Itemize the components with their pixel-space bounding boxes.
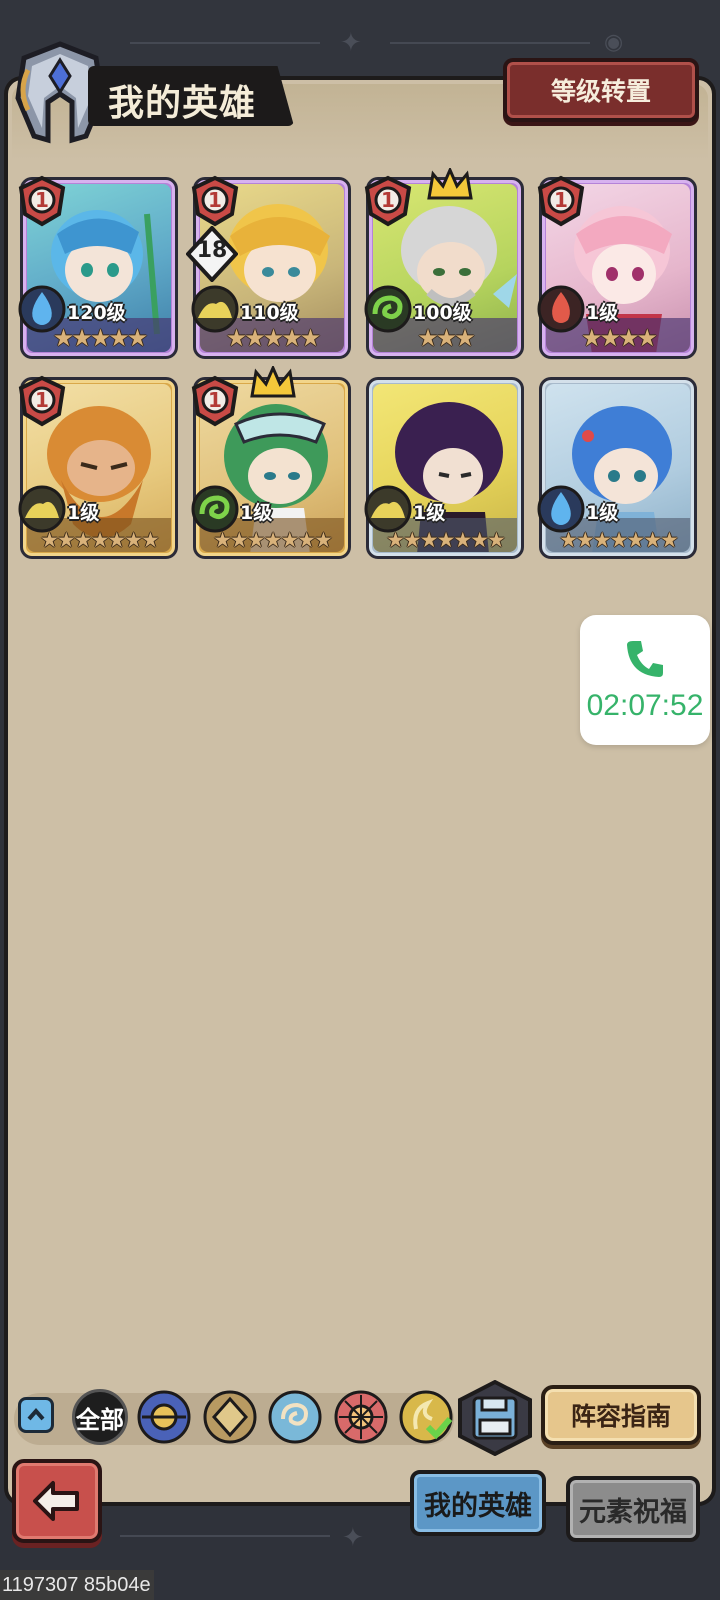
level-transfer-button[interactable]: 等级转置 [503, 58, 699, 122]
rank-number: 1 [35, 188, 49, 212]
filter-wind-icon[interactable] [398, 1389, 454, 1445]
hero-stars: ★★★★★ [52, 324, 149, 352]
hero-stars: ★★★★★★★ [559, 528, 679, 552]
tier-number: 18 [196, 238, 228, 263]
rank-number: 1 [208, 188, 222, 212]
hero-level: 1级 [586, 302, 619, 324]
chevron-up-icon [27, 1407, 45, 1421]
hero-card[interactable]: 1级 ★★★★★★★ [364, 377, 524, 559]
hero-level: 1级 [67, 502, 100, 524]
bottom-decoration: ✦ [120, 1523, 364, 1553]
filter-water-icon[interactable] [267, 1389, 323, 1445]
hero-card[interactable]: 1 100级 ★★★ [364, 168, 524, 359]
hero-stars: ★★★★★★★ [40, 528, 160, 552]
filter-all-button[interactable]: 全部 [72, 1389, 128, 1445]
hero-stars: ★★★★★ [225, 324, 322, 352]
level-transfer-label: 等级转置 [550, 77, 651, 106]
lineup-guide-button[interactable]: 阵容指南 [541, 1385, 701, 1445]
hero-level: 1级 [240, 502, 273, 524]
hero-level: 1级 [586, 502, 619, 524]
lineup-guide-label: 阵容指南 [570, 1402, 671, 1431]
hero-stars: ★★★★ [580, 324, 658, 352]
earth-element-icon [18, 485, 66, 533]
hero-level: 120级 [67, 302, 126, 324]
hero-card[interactable]: 1 1级 ★★★★ [537, 175, 697, 359]
call-timer: 02:07:52 [586, 689, 704, 722]
hero-card[interactable]: 1 1级 ★★★★★★★ [191, 366, 351, 559]
hero-card[interactable]: 1 120级 ★★★★★ [18, 175, 178, 359]
call-widget[interactable]: 02:07:52 [580, 615, 710, 745]
hero-stars: ★★★ [417, 324, 476, 352]
filter-earth-icon[interactable] [202, 1389, 258, 1445]
phone-icon [627, 641, 663, 677]
debug-label: 1197307 85b04e [0, 1570, 154, 1600]
svg-text:✦: ✦ [342, 1523, 364, 1553]
rank-number: 1 [35, 388, 49, 412]
hero-card[interactable]: 1 1级 ★★★★★★★ [18, 375, 178, 559]
hero-stars: ★★★★★★★ [213, 528, 333, 552]
crown-icon [427, 168, 473, 200]
collapse-button[interactable] [18, 1397, 54, 1433]
water-element-icon [537, 485, 585, 533]
crown-icon [250, 366, 296, 398]
filter-fire-icon[interactable] [333, 1389, 389, 1445]
earth-element-icon [364, 485, 412, 533]
filter-all-label: 全部 [76, 1405, 124, 1434]
save-icon[interactable] [458, 1380, 532, 1456]
filter-all-elements-icon[interactable] [136, 1389, 192, 1445]
hero-card[interactable]: 1 18 110级 ★★★★★ [186, 175, 351, 359]
hero-level: 1级 [413, 502, 446, 524]
rank-number: 1 [208, 388, 222, 412]
hero-stars: ★★★★★★★ [386, 528, 506, 552]
hero-level: 110级 [240, 302, 299, 324]
rank-number: 1 [381, 188, 395, 212]
page-title: 我的英雄 [108, 83, 257, 124]
hero-card[interactable]: 1级 ★★★★★★★ [537, 377, 697, 559]
rank-number: 1 [554, 188, 568, 212]
wind-element-icon [191, 485, 239, 533]
hero-level: 100级 [413, 302, 472, 324]
